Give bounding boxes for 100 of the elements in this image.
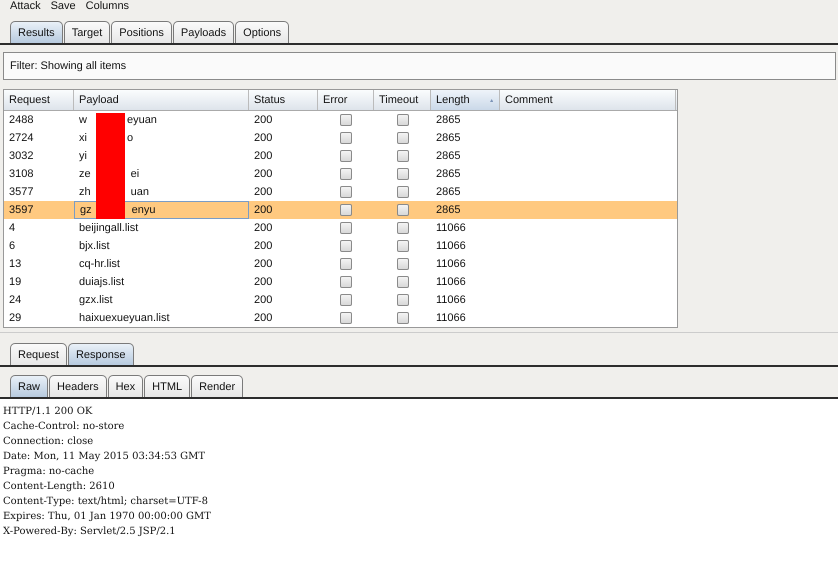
menu-item[interactable]: Attack [10, 0, 41, 13]
checkbox[interactable] [396, 294, 408, 306]
table-cell: haixuexueyuan.list [79, 312, 170, 324]
tab[interactable]: Target [64, 21, 110, 43]
table-cell-text: 6 [8, 239, 16, 254]
table-cell: gz [80, 204, 92, 216]
table-cell-text: 200 [253, 185, 274, 200]
column-header[interactable]: Length [431, 90, 500, 110]
tab[interactable]: Hex [108, 375, 144, 397]
table-cell-text: 29 [8, 311, 22, 326]
column-header[interactable]: Error [318, 90, 374, 110]
table-cell-text: 200 [253, 221, 274, 236]
table-cell-text: 11066 [435, 239, 467, 254]
checkbox[interactable] [340, 186, 352, 198]
tab[interactable]: Response [68, 343, 134, 365]
table-row[interactable]: 2724 xi o 200 2865 [4, 129, 677, 147]
response-line: Cache-Control: no-store [3, 420, 126, 434]
table-row[interactable]: 6 bjx.list 200 11066 [4, 237, 677, 255]
tab[interactable]: Raw [10, 375, 48, 397]
table-cell: duiajs.list [79, 276, 124, 288]
checkbox[interactable] [340, 294, 352, 306]
table-cell-text: 2724 [8, 131, 34, 146]
table-cell-text: 24 [8, 293, 22, 308]
table-row[interactable]: 29 haixuexueyuan.list 200 11066 [4, 309, 677, 327]
checkbox[interactable] [340, 168, 352, 180]
response-line: Pragma: no-cache [3, 465, 96, 479]
table-cell-text: 3032 [8, 149, 34, 164]
table-cell: eyuan [126, 114, 157, 126]
checkbox[interactable] [396, 312, 408, 324]
tab[interactable]: Options [235, 21, 290, 43]
table-cell-text: 2488 [8, 113, 34, 128]
table-cell-text: 11066 [435, 275, 467, 290]
checkbox[interactable] [340, 132, 352, 144]
table-cell-text: 200 [253, 113, 274, 128]
checkbox[interactable] [396, 276, 408, 288]
table-row[interactable]: 13 cq-hr.list 200 11066 [4, 255, 677, 273]
table-cell: beijingall.list [79, 222, 138, 234]
table-cell: gzx.list [79, 294, 113, 306]
checkbox[interactable] [396, 258, 408, 270]
response-line: Expires: Thu, 01 Jan 1970 00:00:00 GMT [3, 510, 212, 524]
table-cell: zh [79, 186, 91, 198]
tab[interactable]: Positions [111, 21, 172, 43]
filter-bar[interactable]: Filter: Showing all items [3, 52, 836, 80]
menu-item[interactable]: Columns [86, 0, 130, 13]
table-cell-text: 200 [253, 167, 274, 182]
checkbox[interactable] [340, 240, 352, 252]
table-cell-text: 200 [253, 275, 274, 290]
table-cell-text: 200 [253, 203, 274, 218]
column-header[interactable]: Request [4, 90, 74, 110]
checkbox[interactable] [396, 222, 408, 234]
table-cell: bjx.list [79, 240, 110, 252]
column-header[interactable]: Status [249, 90, 318, 110]
table-cell-text: 3577 [8, 185, 34, 200]
tab[interactable]: Headers [49, 375, 107, 397]
table-row[interactable]: 3597 gz enyu 200 2865 [4, 201, 677, 219]
tab[interactable]: Results [10, 21, 63, 43]
checkbox[interactable] [340, 114, 352, 126]
table-cell-text: 3597 [8, 203, 34, 218]
checkbox[interactable] [396, 132, 408, 144]
checkbox[interactable] [396, 240, 408, 252]
tab[interactable]: Payloads [172, 21, 234, 43]
table-cell-text: 11066 [435, 221, 467, 236]
table-cell-text: 4 [8, 221, 16, 236]
table-cell: o [126, 132, 134, 144]
menu-item[interactable]: Save [50, 0, 76, 13]
table-cell: ze [79, 168, 91, 180]
checkbox[interactable] [340, 258, 352, 270]
table-cell: ei [130, 168, 140, 180]
tab[interactable]: Render [191, 375, 244, 397]
table-row[interactable]: 3577 zh uan 200 2865 [4, 183, 677, 201]
checkbox[interactable] [340, 150, 352, 162]
table-row[interactable]: 19 duiajs.list 200 11066 [4, 273, 677, 291]
checkbox[interactable] [396, 168, 408, 180]
table-row[interactable]: 3032 yi 200 2865 [4, 147, 677, 165]
table-cell-text: 3108 [8, 167, 34, 182]
table-cell-text: 11066 [435, 293, 467, 308]
table-cell: cq-hr.list [79, 258, 120, 270]
column-header[interactable]: Payload [74, 90, 249, 110]
table-row[interactable]: 4 beijingall.list 200 11066 [4, 219, 677, 237]
table-row[interactable]: 24 gzx.list 200 11066 [4, 291, 677, 309]
checkbox[interactable] [340, 204, 352, 216]
tab[interactable]: Request [10, 343, 67, 365]
tab[interactable]: HTML [144, 375, 190, 397]
checkbox[interactable] [340, 222, 352, 234]
checkbox[interactable] [340, 312, 352, 324]
table-row[interactable]: 2488 w eyuan 200 2865 [4, 111, 677, 129]
checkbox[interactable] [396, 204, 408, 216]
table-cell-text: 2865 [435, 203, 462, 218]
checkbox[interactable] [340, 276, 352, 288]
table-cell-text: 19 [8, 275, 22, 290]
table-cell-text: 200 [253, 149, 274, 164]
column-header[interactable]: Comment [500, 90, 676, 110]
checkbox[interactable] [396, 114, 408, 126]
table-cell-text: 11066 [435, 311, 467, 326]
checkbox[interactable] [396, 150, 408, 162]
checkbox[interactable] [396, 186, 408, 198]
response-line: Content-Type: text/html; charset=UTF-8 [3, 495, 209, 509]
table-row[interactable]: 3108 ze ei 200 2865 [4, 165, 677, 183]
table-cell-text: 2865 [435, 185, 462, 200]
table-cell-text: 2865 [435, 149, 462, 164]
